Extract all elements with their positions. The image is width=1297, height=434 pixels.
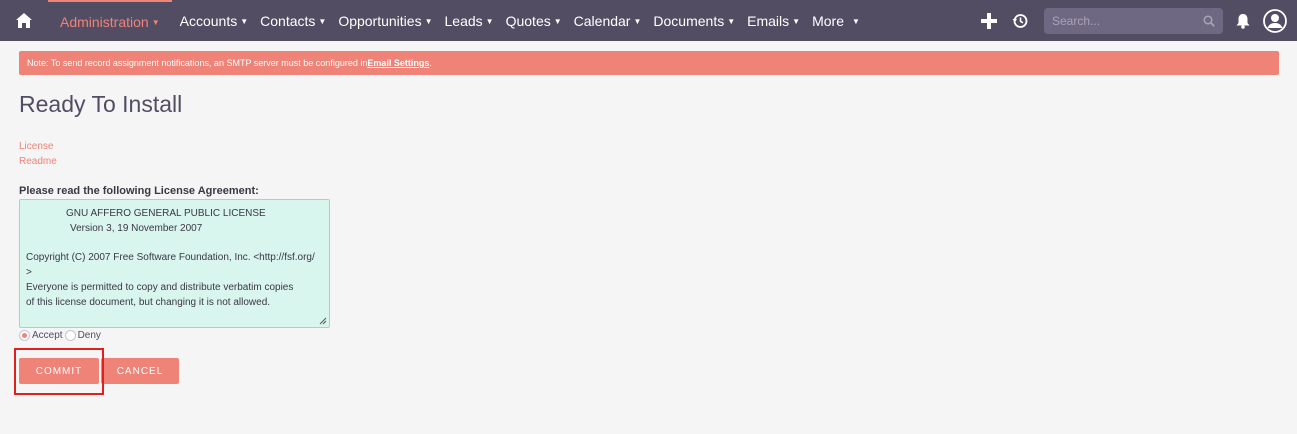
readme-link[interactable]: Readme: [19, 156, 57, 167]
top-navbar: Administration ▼ Accounts ▼ Contacts ▼ Oppo…: [0, 0, 1297, 41]
nav-label: Quotes: [505, 12, 551, 29]
nav-actions: [974, 0, 1297, 41]
global-search[interactable]: [1044, 7, 1223, 34]
nav-documents[interactable]: Documents ▼: [647, 0, 741, 41]
caret-down-icon: ▼: [424, 17, 433, 26]
caret-down-icon: ▼: [851, 17, 860, 26]
caret-down-icon: ▼: [727, 17, 736, 26]
nav-label: Emails: [747, 12, 790, 29]
license-line: Copyright (C) 2007 Free Software Foundat…: [26, 252, 315, 263]
nav-more[interactable]: More ▼: [806, 0, 866, 41]
caret-down-icon: ▼: [318, 17, 327, 26]
deny-label[interactable]: Deny: [78, 330, 101, 341]
nav-label: Administration: [60, 13, 149, 30]
nav-label: Accounts: [179, 12, 238, 29]
accept-label[interactable]: Accept: [32, 330, 63, 341]
license-agreement-label: Please read the following License Agreem…: [19, 185, 259, 197]
history-icon: [1012, 13, 1028, 28]
nav-administration[interactable]: Administration ▼: [48, 0, 172, 41]
nav-label: Documents: [653, 12, 725, 29]
search-input[interactable]: [1052, 13, 1203, 28]
resize-grip-icon[interactable]: [319, 317, 327, 325]
create-button[interactable]: [974, 0, 1004, 41]
plus-icon: [981, 12, 997, 29]
license-line: Version 3, 19 November 2007: [70, 223, 203, 234]
user-menu-button[interactable]: [1253, 0, 1297, 41]
nav-label: Leads: [444, 12, 483, 29]
caret-down-icon: ▼: [240, 17, 249, 26]
home-icon: [16, 13, 32, 28]
nav-contacts[interactable]: Contacts ▼: [254, 0, 332, 41]
notifications-button[interactable]: [1233, 0, 1253, 41]
license-choice: Accept Deny: [19, 330, 101, 341]
accept-radio[interactable]: [19, 330, 30, 341]
license-link[interactable]: License: [19, 141, 53, 152]
nav-leads[interactable]: Leads ▼: [439, 0, 500, 41]
deny-radio[interactable]: [64, 330, 76, 341]
caret-down-icon: ▼: [151, 18, 160, 27]
nav-label: Contacts: [260, 12, 316, 29]
license-line: of this license document, but changing i…: [26, 297, 271, 308]
caret-down-icon: ▼: [792, 17, 801, 26]
bell-icon: [1236, 13, 1250, 29]
commit-highlight-box: [14, 348, 104, 395]
alert-text: Note: To send record assignment notifica…: [27, 58, 368, 68]
license-line: GNU AFFERO GENERAL PUBLIC LICENSE: [66, 208, 266, 219]
nav-emails[interactable]: Emails ▼: [741, 0, 806, 41]
nav-label: More: [812, 12, 844, 29]
cancel-button[interactable]: CANCEL: [101, 358, 179, 384]
license-line: >: [26, 267, 32, 278]
search-icon[interactable]: [1203, 14, 1215, 27]
license-line: Everyone is permitted to copy and distri…: [26, 282, 294, 293]
nav-accounts[interactable]: Accounts ▼: [174, 0, 255, 41]
caret-down-icon: ▼: [633, 17, 642, 26]
user-icon: [1263, 8, 1287, 33]
caret-down-icon: ▼: [553, 17, 562, 26]
nav-calendar[interactable]: Calendar ▼: [568, 0, 648, 41]
nav-quotes[interactable]: Quotes ▼: [500, 0, 568, 41]
email-settings-link[interactable]: Email Settings: [367, 58, 429, 68]
page-title: Ready To Install: [19, 91, 183, 117]
recent-button[interactable]: [1004, 0, 1036, 41]
nav-opportunities[interactable]: Opportunities ▼: [332, 0, 438, 41]
nav-label: Calendar: [573, 12, 631, 29]
caret-down-icon: ▼: [485, 17, 494, 26]
license-textarea[interactable]: GNU AFFERO GENERAL PUBLIC LICENSE Versio…: [19, 199, 330, 328]
nav-label: Opportunities: [338, 12, 422, 29]
alert-end: .: [429, 58, 432, 68]
smtp-alert: Note: To send record assignment notifica…: [19, 51, 1279, 75]
home-button[interactable]: [0, 0, 48, 41]
